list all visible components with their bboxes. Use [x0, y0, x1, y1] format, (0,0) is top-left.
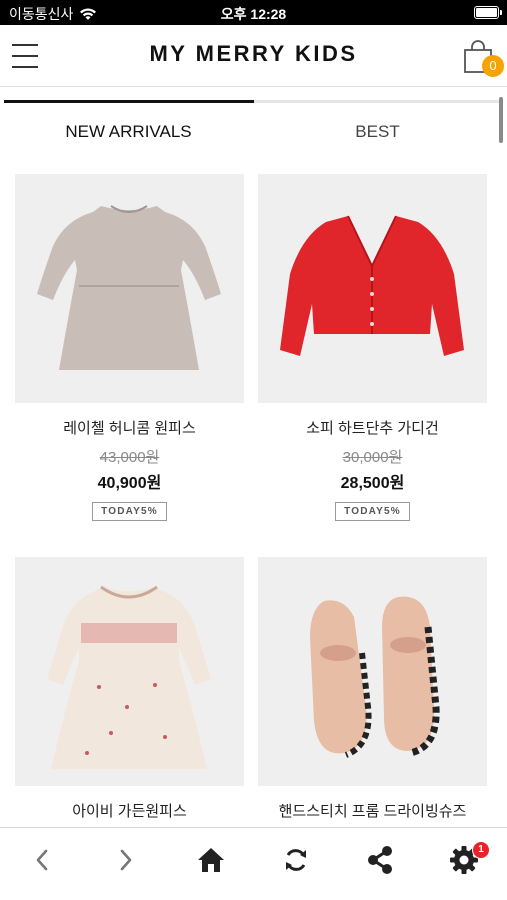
product-image[interactable] [15, 557, 244, 786]
home-icon [198, 848, 224, 872]
product-image[interactable] [15, 174, 244, 403]
cart-count-badge: 0 [482, 55, 504, 77]
product-image[interactable] [258, 557, 487, 786]
product-card[interactable]: 아이비 가든원피스 [15, 557, 244, 821]
discount-badge: TODAY5% [335, 502, 410, 521]
carrier-group: 이동통신사 [9, 4, 97, 24]
product-sale-price: 28,500원 [340, 475, 405, 492]
category-tabs: NEW ARRIVALS BEST [4, 100, 502, 160]
battery-icon [474, 6, 502, 19]
discount-badge: TODAY5% [92, 502, 167, 521]
carrier-name: 이동통신사 [9, 6, 74, 22]
cart-button[interactable]: 0 [460, 37, 504, 79]
product-name: 핸드스티치 프롬 드라이빙슈즈 [278, 803, 467, 820]
tab-best[interactable]: BEST [253, 103, 502, 160]
status-bar: 이동통신사 오후 12:28 [0, 0, 507, 25]
back-arrow-icon [36, 849, 48, 871]
settings-notification-badge: 1 [472, 841, 490, 859]
menu-icon[interactable] [12, 42, 40, 70]
share-button[interactable] [358, 842, 402, 878]
refresh-button[interactable] [274, 842, 318, 878]
refresh-icon [286, 849, 306, 871]
product-card[interactable]: 소피 하트단추 가디건 30,000원 28,500원 TODAY5% [258, 174, 487, 521]
product-card[interactable]: 레이첼 허니콤 원피스 43,000원 40,900원 TODAY5% [15, 174, 244, 521]
product-name: 레이첼 허니콤 원피스 [63, 420, 196, 437]
share-icon [368, 846, 392, 874]
product-original-price: 30,000원 [342, 449, 403, 466]
product-sale-price: 40,900원 [97, 475, 162, 492]
product-name: 소피 하트단추 가디건 [306, 420, 439, 437]
back-button[interactable] [20, 842, 64, 878]
wifi-icon [80, 8, 97, 20]
forward-button[interactable] [104, 842, 148, 878]
bottom-nav: 1 [0, 827, 507, 900]
app-header: MY MERRY KIDS 0 [0, 25, 507, 87]
scrollbar[interactable] [499, 97, 503, 143]
product-card[interactable]: 핸드스티치 프롬 드라이빙슈즈 [258, 557, 487, 821]
product-original-price: 43,000원 [99, 449, 160, 466]
forward-arrow-icon [120, 849, 132, 871]
product-image[interactable] [258, 174, 487, 403]
tab-new-arrivals[interactable]: NEW ARRIVALS [4, 103, 253, 160]
brand-logo[interactable]: MY MERRY KIDS [0, 41, 507, 67]
home-button[interactable] [189, 842, 233, 878]
product-name: 아이비 가든원피스 [72, 803, 187, 820]
